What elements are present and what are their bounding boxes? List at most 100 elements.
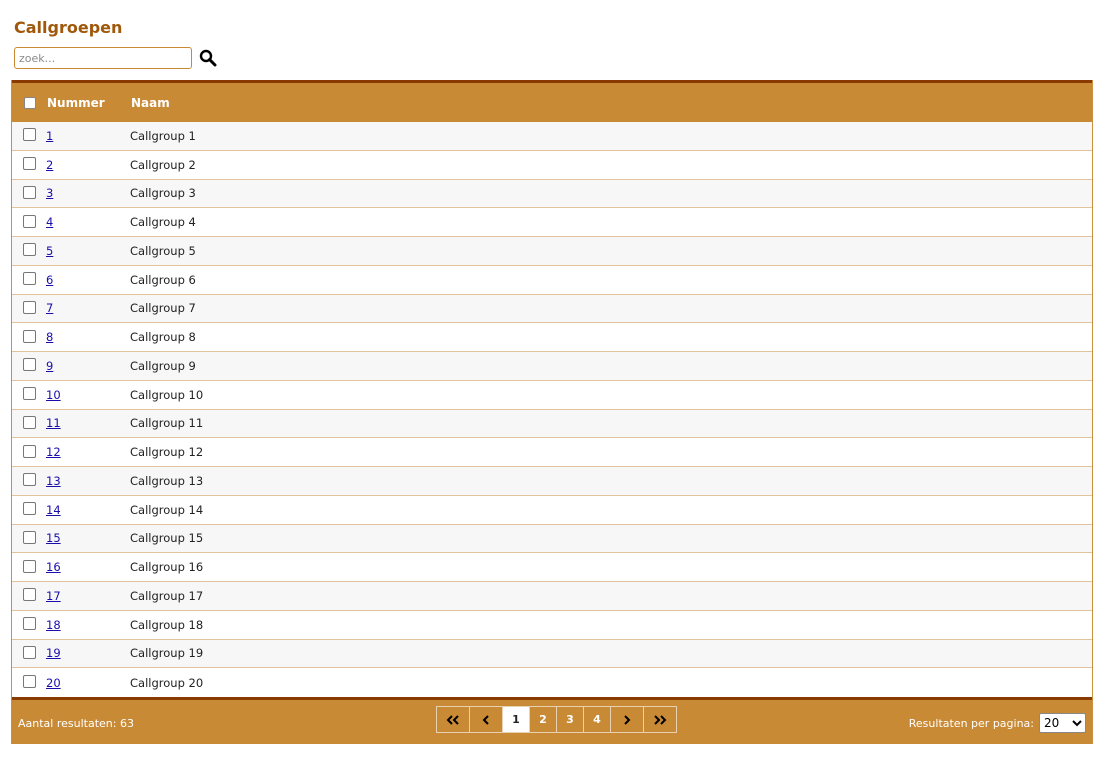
row-name: Callgroup 9	[130, 358, 196, 373]
table-row: 10 Callgroup 10	[12, 380, 1092, 410]
row-number-cell: 2	[46, 158, 130, 172]
row-number-link[interactable]: 6	[46, 273, 53, 287]
row-number-link[interactable]: 8	[46, 330, 53, 344]
table-row: 4 Callgroup 4	[12, 208, 1092, 237]
row-number-link[interactable]: 12	[46, 445, 61, 459]
row-number-link[interactable]: 17	[46, 589, 61, 603]
row-checkbox[interactable]	[22, 530, 36, 544]
row-number-cell: 20	[46, 676, 130, 690]
column-header-number[interactable]: Nummer	[47, 96, 131, 110]
row-checkbox[interactable]	[22, 473, 36, 487]
row-name: Callgroup 12	[130, 445, 204, 460]
row-name: Callgroup 16	[130, 560, 204, 575]
row-checkbox-cell	[12, 272, 46, 286]
row-checkbox[interactable]	[22, 358, 36, 372]
row-checkbox[interactable]	[22, 329, 36, 343]
row-checkbox-cell	[12, 128, 46, 142]
table-row: 20 Callgroup 20	[12, 668, 1092, 697]
row-checkbox[interactable]	[22, 559, 36, 573]
select-all-checkbox[interactable]	[23, 96, 36, 109]
row-number-cell: 5	[46, 244, 130, 258]
row-number-cell: 9	[46, 359, 130, 373]
row-number-link[interactable]: 5	[46, 244, 53, 258]
row-number-link[interactable]: 7	[46, 301, 53, 315]
first-page-button[interactable]	[436, 706, 470, 733]
row-name: Callgroup 2	[130, 157, 196, 172]
next-page-button[interactable]	[610, 706, 644, 733]
row-number-link[interactable]: 2	[46, 158, 53, 172]
table-body: 1 Callgroup 1 2 Callgroup 2 3 Callgroup 3 4 Cal…	[12, 122, 1092, 697]
pagination: 1 2 3 4	[436, 706, 677, 733]
row-number-link[interactable]: 11	[46, 416, 61, 430]
row-name: Callgroup 14	[130, 502, 204, 517]
row-number-link[interactable]: 4	[46, 215, 53, 229]
page-button-1[interactable]: 1	[502, 706, 530, 733]
prev-page-button[interactable]	[469, 706, 503, 733]
row-number-link[interactable]: 18	[46, 618, 61, 632]
row-checkbox-cell	[12, 645, 46, 659]
column-header-name[interactable]: Naam	[131, 96, 1092, 110]
row-checkbox[interactable]	[22, 502, 36, 516]
row-number-cell: 18	[46, 618, 130, 632]
row-number-cell: 13	[46, 474, 130, 488]
row-number-link[interactable]: 1	[46, 129, 53, 143]
row-name: Callgroup 13	[130, 473, 204, 488]
row-name: Callgroup 11	[130, 416, 204, 431]
row-checkbox-cell	[12, 415, 46, 429]
search-input[interactable]	[14, 47, 192, 69]
row-checkbox[interactable]	[22, 415, 36, 429]
row-checkbox[interactable]	[22, 185, 36, 199]
per-page-control: Resultaten per pagina: 20	[909, 713, 1086, 733]
table-row: 15 Callgroup 15	[12, 524, 1092, 554]
row-number-link[interactable]: 15	[46, 531, 61, 545]
row-name: Callgroup 8	[130, 330, 196, 345]
row-checkbox-cell	[12, 387, 46, 401]
row-checkbox[interactable]	[22, 128, 36, 142]
row-checkbox[interactable]	[22, 588, 36, 602]
row-checkbox[interactable]	[22, 675, 36, 689]
row-number-link[interactable]: 16	[46, 560, 61, 574]
row-number-link[interactable]: 10	[46, 388, 61, 402]
table-row: 12 Callgroup 12	[12, 438, 1092, 467]
callgroup-table: Nummer Naam 1 Callgroup 1 2 Callgroup 2 3 Cal…	[11, 80, 1093, 744]
search-bar	[14, 47, 218, 69]
row-number-cell: 1	[46, 129, 130, 143]
row-name: Callgroup 6	[130, 272, 196, 287]
table-row: 9 Callgroup 9	[12, 352, 1092, 381]
last-page-button[interactable]	[643, 706, 677, 733]
row-name: Callgroup 19	[130, 646, 204, 661]
row-checkbox[interactable]	[22, 214, 36, 228]
table-row: 16 Callgroup 16	[12, 553, 1092, 582]
row-number-cell: 14	[46, 503, 130, 517]
row-name: Callgroup 3	[130, 186, 196, 201]
row-checkbox[interactable]	[22, 387, 36, 401]
search-icon	[199, 49, 217, 67]
table-row: 17 Callgroup 17	[12, 582, 1092, 611]
page-button-2[interactable]: 2	[529, 706, 557, 733]
row-number-link[interactable]: 13	[46, 474, 61, 488]
last-page-icon	[654, 714, 667, 725]
row-checkbox[interactable]	[22, 645, 36, 659]
row-checkbox[interactable]	[22, 157, 36, 171]
row-checkbox[interactable]	[22, 243, 36, 257]
row-number-link[interactable]: 19	[46, 646, 61, 660]
row-number-cell: 16	[46, 560, 130, 574]
table-row: 3 Callgroup 3	[12, 179, 1092, 209]
row-checkbox-cell	[12, 444, 46, 458]
page-button-3[interactable]: 3	[556, 706, 584, 733]
row-number-link[interactable]: 9	[46, 359, 53, 373]
row-checkbox[interactable]	[22, 272, 36, 286]
row-checkbox[interactable]	[22, 617, 36, 631]
page-button-4[interactable]: 4	[583, 706, 611, 733]
per-page-select[interactable]: 20	[1039, 713, 1086, 733]
row-name: Callgroup 20	[130, 675, 204, 690]
search-button[interactable]	[198, 48, 218, 68]
row-checkbox[interactable]	[22, 444, 36, 458]
row-number-link[interactable]: 3	[46, 186, 53, 200]
row-number-link[interactable]: 20	[46, 676, 61, 690]
result-count: Aantal resultaten: 63	[18, 717, 134, 730]
row-checkbox[interactable]	[22, 300, 36, 314]
row-checkbox-cell	[12, 185, 46, 199]
row-number-link[interactable]: 14	[46, 503, 61, 517]
first-page-icon	[446, 714, 459, 725]
